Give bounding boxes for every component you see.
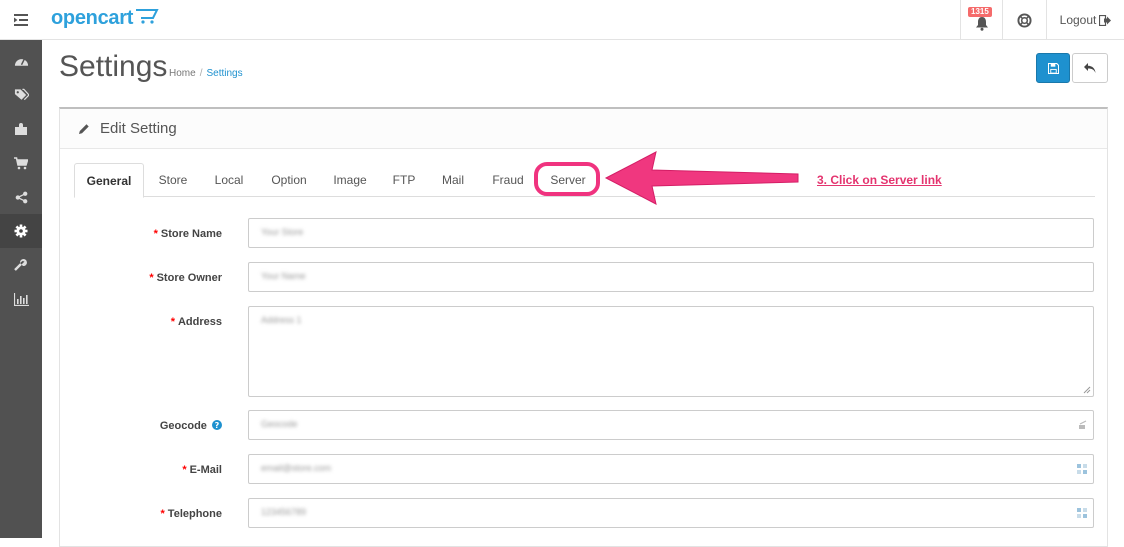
tab-ftp[interactable]: FTP bbox=[384, 163, 424, 197]
required-marker: * bbox=[160, 508, 165, 520]
tab-option[interactable]: Option bbox=[264, 163, 314, 197]
pencil-icon bbox=[79, 123, 89, 134]
cart-icon[interactable] bbox=[0, 146, 42, 180]
annotation-text: 3. Click on Server link bbox=[817, 173, 942, 187]
logo-text: opencart bbox=[51, 7, 134, 29]
tab-local[interactable]: Local bbox=[204, 163, 254, 197]
address-label: * Address bbox=[171, 316, 222, 328]
notification-badge: 1315 bbox=[968, 7, 992, 17]
autofill-key-icon[interactable] bbox=[1076, 419, 1088, 431]
breadcrumb: Home / Settings bbox=[169, 68, 243, 79]
reply-icon bbox=[1084, 63, 1096, 73]
save-button[interactable] bbox=[1036, 53, 1070, 83]
panel-title: Edit Setting bbox=[100, 120, 177, 137]
top-header: opencart 1315 Logout bbox=[0, 0, 1124, 40]
life-ring-icon bbox=[1017, 12, 1032, 28]
store-owner-label-text: Store Owner bbox=[156, 272, 222, 284]
bell-icon bbox=[975, 16, 988, 31]
bar-chart-icon[interactable] bbox=[0, 282, 42, 316]
opencart-logo[interactable]: opencart bbox=[51, 7, 159, 30]
telephone-label-text: Telephone bbox=[167, 508, 222, 520]
save-icon bbox=[1047, 62, 1059, 74]
tab-mail[interactable]: Mail bbox=[432, 163, 474, 197]
resize-handle-icon[interactable] bbox=[1083, 386, 1091, 394]
required-marker: * bbox=[170, 316, 175, 328]
tags-icon[interactable] bbox=[0, 78, 42, 112]
puzzle-icon[interactable] bbox=[0, 112, 42, 146]
sign-out-icon bbox=[1099, 14, 1112, 26]
tab-general[interactable]: General bbox=[74, 163, 144, 198]
logout-label: Logout bbox=[1059, 13, 1097, 27]
store-name-label: * Store Name bbox=[154, 228, 222, 240]
store-name-value: Your Store bbox=[261, 227, 304, 237]
panel-heading: Edit Setting bbox=[60, 109, 1107, 149]
store-name-label-text: Store Name bbox=[160, 228, 222, 240]
autofill-key-icon[interactable] bbox=[1076, 463, 1088, 475]
server-highlight-ring bbox=[534, 162, 600, 196]
breadcrumb-separator: / bbox=[199, 68, 203, 79]
tab-image[interactable]: Image bbox=[325, 163, 375, 197]
address-textarea[interactable]: Address 1 bbox=[248, 306, 1094, 397]
geocode-label: Geocode ? bbox=[160, 420, 222, 432]
logout-button[interactable]: Logout bbox=[1046, 0, 1124, 40]
share-icon[interactable] bbox=[0, 180, 42, 214]
annotation-arrow-icon bbox=[604, 151, 799, 205]
email-value: email@store.com bbox=[261, 463, 332, 473]
menu-toggle-icon[interactable] bbox=[0, 0, 42, 40]
svg-text:?: ? bbox=[215, 421, 220, 430]
required-marker: * bbox=[153, 228, 158, 240]
sidebar bbox=[0, 40, 42, 538]
address-value: Address 1 bbox=[261, 315, 302, 325]
store-owner-value: Your Name bbox=[261, 271, 306, 281]
email-label-text: E-Mail bbox=[189, 464, 222, 476]
required-marker: * bbox=[149, 272, 154, 284]
wrench-icon[interactable] bbox=[0, 248, 42, 282]
telephone-value: 123456789 bbox=[261, 507, 307, 517]
address-label-text: Address bbox=[177, 316, 222, 328]
telephone-label: * Telephone bbox=[161, 508, 222, 520]
store-name-input[interactable]: Your Store bbox=[248, 218, 1094, 248]
telephone-input[interactable]: 123456789 bbox=[248, 498, 1094, 528]
dashboard-icon[interactable] bbox=[0, 44, 42, 78]
store-owner-input[interactable]: Your Name bbox=[248, 262, 1094, 292]
geocode-label-text: Geocode bbox=[159, 420, 207, 432]
breadcrumb-current[interactable]: Settings bbox=[206, 68, 242, 79]
email-label: * E-Mail bbox=[182, 464, 222, 476]
geocode-input[interactable]: Geocode bbox=[248, 410, 1094, 440]
notifications-button[interactable]: 1315 bbox=[960, 0, 1002, 40]
tab-fraud[interactable]: Fraud bbox=[486, 163, 530, 197]
tab-store[interactable]: Store bbox=[148, 163, 198, 197]
help-button[interactable] bbox=[1002, 0, 1046, 40]
page-title: Settings bbox=[59, 50, 168, 83]
question-circle-icon[interactable]: ? bbox=[212, 420, 222, 430]
gear-icon[interactable] bbox=[0, 214, 42, 248]
store-owner-label: * Store Owner bbox=[149, 272, 222, 284]
geocode-value: Geocode bbox=[261, 419, 298, 429]
cart-logo-icon bbox=[135, 7, 159, 30]
autofill-key-icon[interactable] bbox=[1076, 507, 1088, 519]
breadcrumb-home[interactable]: Home bbox=[169, 68, 196, 79]
back-button[interactable] bbox=[1072, 53, 1108, 83]
required-marker: * bbox=[182, 464, 187, 476]
email-input[interactable]: email@store.com bbox=[248, 454, 1094, 484]
